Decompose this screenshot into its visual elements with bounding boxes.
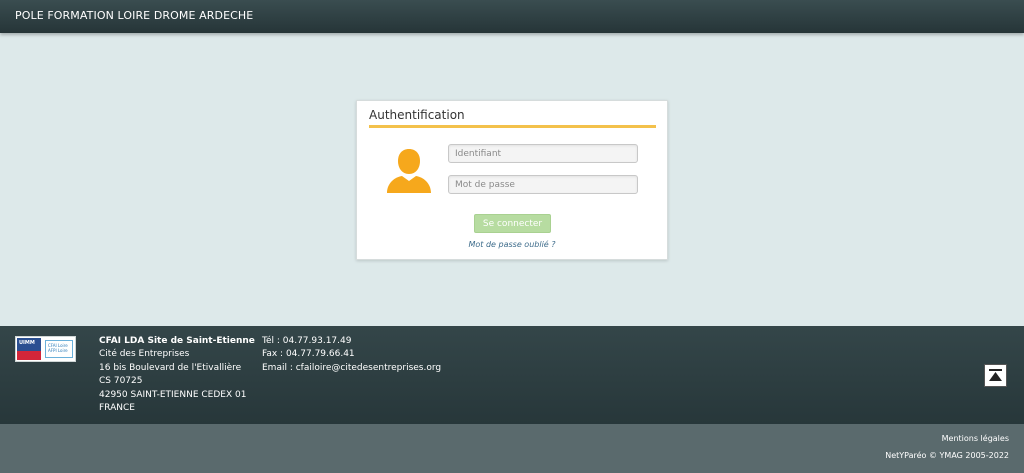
phone-text: Tél : 04.77.93.17.49 [262, 336, 352, 346]
site-name: CFAI LDA Site de Saint-Etienne [99, 336, 255, 346]
login-button[interactable]: Se connecter [474, 214, 551, 233]
contact-block: Tél : 04.77.93.17.49 Fax : 04.77.79.66.4… [262, 335, 441, 375]
app-header: POLE FORMATION LOIRE DROME ARDECHE [0, 0, 1024, 33]
username-input[interactable] [448, 144, 638, 163]
address-line: 16 bis Boulevard de l'Etivallière [99, 362, 242, 373]
forgot-password-link[interactable]: Mot de passe oublié ? [357, 240, 667, 249]
email-text: Email : cfailoire@citedesentreprises.org [262, 362, 442, 373]
legal-notice-link[interactable]: Mentions légales [942, 434, 1009, 443]
login-title: Authentification [369, 108, 465, 122]
scroll-to-top-button[interactable] [984, 364, 1007, 387]
address-line: FRANCE [99, 403, 135, 414]
cfai-logo: UIMM CFAI Loire AFPI Loire [15, 336, 76, 362]
footer: UIMM CFAI Loire AFPI Loire CFAI LDA Site… [0, 326, 1024, 424]
address-line: 42950 SAINT-ETIENNE CEDEX 01 [99, 389, 247, 400]
copyright-text: NetYParéo © YMAG 2005-2022 [885, 451, 1009, 460]
address-line: Cité des Entreprises [99, 349, 190, 360]
password-input[interactable] [448, 175, 638, 194]
cfai-logo-text: CFAI Loire AFPI Loire [45, 340, 73, 358]
bottom-bar: Mentions légales NetYParéo © YMAG 2005-2… [0, 424, 1024, 473]
app-title: POLE FORMATION LOIRE DROME ARDECHE [15, 9, 254, 22]
user-avatar-icon [387, 149, 431, 193]
uimm-logo-text: UIMM [19, 340, 35, 346]
title-underline [369, 125, 656, 128]
address-line: CS 70725 [99, 376, 143, 387]
fax-text: Fax : 04.77.79.66.41 [262, 349, 355, 360]
arrow-up-icon [989, 369, 1002, 381]
address-block: CFAI LDA Site de Saint-Etienne Cité des … [99, 335, 255, 415]
login-panel: Authentification Se connecter Mot de pas… [356, 100, 668, 260]
